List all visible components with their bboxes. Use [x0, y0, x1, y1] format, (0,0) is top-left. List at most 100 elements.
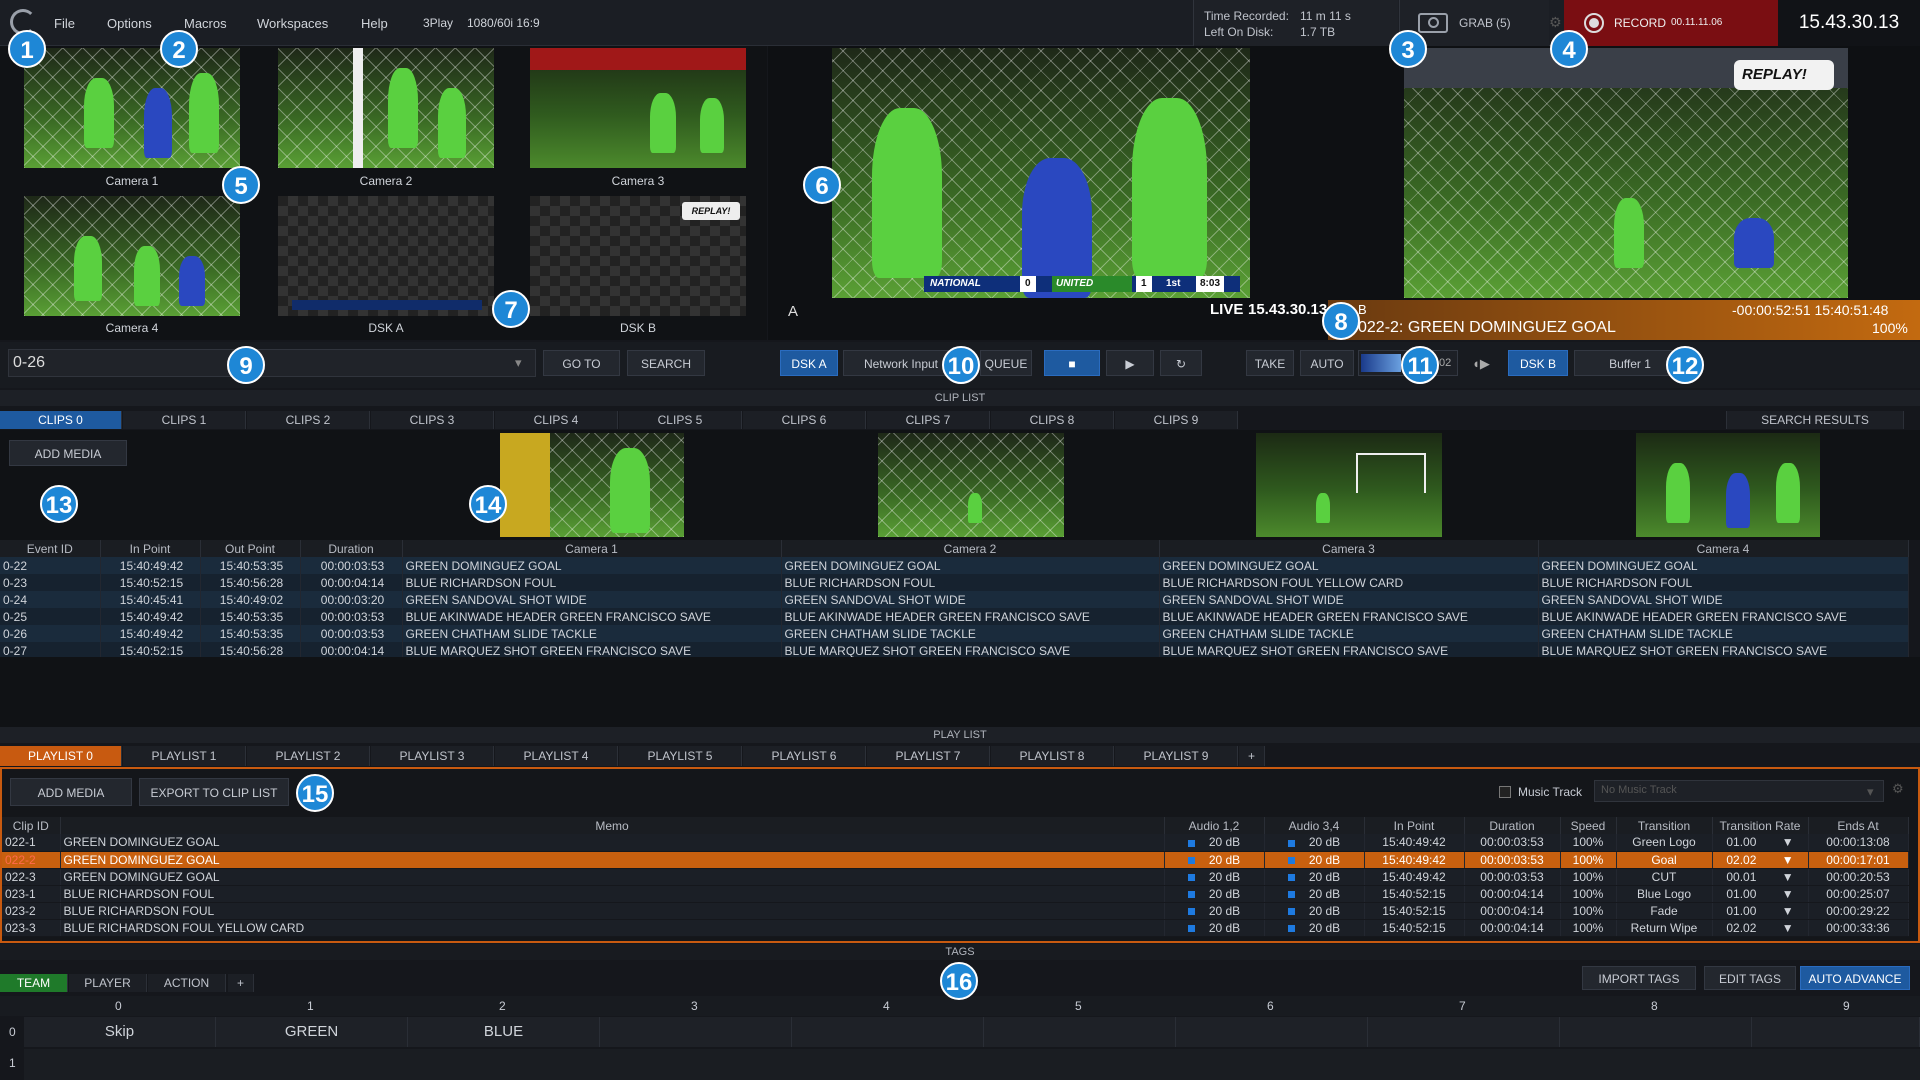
export-to-clip-list-button[interactable]: EXPORT TO CLIP LIST — [139, 778, 289, 806]
tab-player[interactable]: PLAYER — [69, 974, 147, 992]
col-speed[interactable]: Speed — [1560, 817, 1617, 834]
menu-help[interactable]: Help — [361, 16, 388, 31]
clip-cell[interactable]: 00:00:04:14 — [300, 574, 403, 591]
playlist-clip-id[interactable]: 022-2 — [2, 851, 61, 869]
clip-cell[interactable]: GREEN DOMINGUEZ GOAL — [402, 557, 782, 574]
camera-4-preview[interactable] — [24, 196, 240, 316]
col-camera-3[interactable]: Camera 3 — [1159, 540, 1539, 557]
clip-cell[interactable]: GREEN SANDOVAL SHOT WIDE — [402, 591, 782, 608]
audio-enabled-icon[interactable] — [1187, 873, 1195, 881]
playlist-cell[interactable]: 02.02 ▼ — [1712, 919, 1809, 937]
playlist-row[interactable]: 023-2 BLUE RICHARDSON FOUL 20 dB 20 dB 15:40… — [2, 902, 1909, 920]
tab-clips-8[interactable]: CLIPS 8 — [991, 411, 1114, 429]
tab-playlist-6[interactable]: PLAYLIST 6 — [743, 746, 866, 766]
audio-enabled-icon[interactable] — [1187, 890, 1195, 898]
clip-cell[interactable]: GREEN CHATHAM SLIDE TACKLE — [781, 625, 1160, 642]
audio-enabled-icon[interactable] — [1287, 890, 1295, 898]
dsk-b-preview[interactable]: REPLAY! — [530, 196, 746, 316]
tab-clips-0[interactable]: CLIPS 0 — [0, 411, 122, 429]
col-duration[interactable]: Duration — [1464, 817, 1561, 834]
col-memo[interactable]: Memo — [60, 817, 1165, 834]
edit-tags-button[interactable]: EDIT TAGS — [1704, 966, 1796, 990]
menu-file[interactable]: File — [54, 16, 75, 31]
tab-playlist-5[interactable]: PLAYLIST 5 — [619, 746, 742, 766]
col-out-point[interactable]: Out Point — [200, 540, 301, 557]
clip-thumb-camera-2[interactable] — [878, 433, 1064, 537]
playlist-memo[interactable]: BLUE RICHARDSON FOUL YELLOW CARD — [60, 919, 1165, 937]
tab-playlist-8[interactable]: PLAYLIST 8 — [991, 746, 1114, 766]
clip-cell[interactable]: 00:00:03:53 — [300, 557, 403, 574]
playlist-memo[interactable]: GREEN DOMINGUEZ GOAL — [60, 868, 1165, 886]
col-transition[interactable]: Transition — [1616, 817, 1713, 834]
playlist-cell[interactable]: 100% — [1560, 919, 1617, 937]
camera-2-preview[interactable] — [278, 48, 494, 168]
playlist-cell[interactable]: Return Wipe — [1616, 919, 1713, 937]
col-event-id[interactable]: Event ID — [0, 540, 101, 557]
clip-row[interactable]: 0-26 15:40:49:42 15:40:53:35 00:00:03:53 GRE… — [0, 625, 1909, 642]
clip-thumb-camera-3[interactable] — [1256, 433, 1442, 537]
playlist-cell[interactable]: 15:40:49:42 — [1364, 851, 1465, 869]
add-playlist-button[interactable]: + — [1239, 746, 1265, 766]
chevron-down-icon[interactable]: ▼ — [1778, 921, 1794, 935]
playlist-cell[interactable]: 00.01 ▼ — [1712, 868, 1809, 886]
col-duration[interactable]: Duration — [300, 540, 403, 557]
playlist-cell[interactable]: Blue Logo — [1616, 885, 1713, 903]
playlist-add-media-button[interactable]: ADD MEDIA — [10, 778, 132, 806]
playlist-clip-id[interactable]: 023-1 — [2, 885, 61, 903]
playlist-clip-id[interactable]: 023-3 — [2, 919, 61, 937]
clip-row[interactable]: 0-22 15:40:49:42 15:40:53:35 00:00:03:53 GRE… — [0, 557, 1909, 574]
clip-cell[interactable]: 15:40:52:15 — [100, 574, 201, 591]
playlist-cell[interactable]: 00:00:03:53 — [1464, 851, 1561, 869]
playlist-row[interactable]: 023-3 BLUE RICHARDSON FOUL YELLOW CARD 20 … — [2, 919, 1909, 937]
menu-options[interactable]: Options — [107, 16, 152, 31]
tab-clips-7[interactable]: CLIPS 7 — [867, 411, 990, 429]
playlist-cell[interactable]: 00:00:13:08 — [1808, 834, 1909, 852]
tag-cell-empty[interactable] — [1560, 1017, 1752, 1047]
menu-workspaces[interactable]: Workspaces — [257, 16, 328, 31]
clip-cell[interactable]: GREEN DOMINGUEZ GOAL — [1538, 557, 1909, 574]
clip-cell[interactable]: 00:00:03:53 — [300, 608, 403, 625]
auto-advance-button[interactable]: AUTO ADVANCE — [1800, 966, 1910, 990]
chevron-down-icon[interactable]: ▼ — [1778, 870, 1794, 884]
playlist-cell[interactable]: 00:00:17:01 — [1808, 851, 1909, 869]
clip-cell[interactable]: 0-22 — [0, 557, 101, 574]
tab-playlist-9[interactable]: PLAYLIST 9 — [1115, 746, 1238, 766]
music-track-checkbox[interactable] — [1499, 786, 1511, 798]
audio-enabled-icon[interactable] — [1287, 873, 1295, 881]
camera-3-preview[interactable] — [530, 48, 746, 168]
playlist-cell[interactable]: 20 dB — [1264, 834, 1365, 852]
clip-cell[interactable]: 15:40:56:28 — [200, 574, 301, 591]
playlist-cell[interactable]: 100% — [1560, 885, 1617, 903]
clip-row[interactable]: 0-23 15:40:52:15 15:40:56:28 00:00:04:14 BLU… — [0, 574, 1909, 591]
tag-cell-skip[interactable]: Skip — [24, 1017, 216, 1047]
record-button[interactable]: RECORD 00.11.11.06 — [1564, 0, 1778, 46]
playlist-row[interactable]: 023-1 BLUE RICHARDSON FOUL 20 dB 20 dB 15:40… — [2, 885, 1909, 903]
playlist-row[interactable]: 022-1 GREEN DOMINGUEZ GOAL 20 dB 20 dB 15:40… — [2, 834, 1909, 852]
clip-cell[interactable]: GREEN SANDOVAL SHOT WIDE — [1538, 591, 1909, 608]
col-camera-4[interactable]: Camera 4 — [1538, 540, 1909, 557]
tab-action[interactable]: ACTION — [148, 974, 226, 992]
playlist-cell[interactable]: 15:40:52:15 — [1364, 885, 1465, 903]
camera-1-preview[interactable] — [24, 48, 240, 168]
playlist-cell[interactable]: 20 dB — [1164, 902, 1265, 920]
tag-cell-empty[interactable] — [1368, 1017, 1560, 1047]
clip-cell[interactable]: 15:40:53:35 — [200, 625, 301, 642]
playlist-memo[interactable]: GREEN DOMINGUEZ GOAL — [60, 834, 1165, 852]
clip-cell[interactable]: BLUE AKINWADE HEADER GREEN FRANCISCO SAV… — [1159, 608, 1539, 625]
tab-clips-1[interactable]: CLIPS 1 — [123, 411, 246, 429]
playlist-cell[interactable]: 00:00:04:14 — [1464, 902, 1561, 920]
stop-button[interactable]: ■ — [1044, 350, 1100, 376]
queue-button[interactable]: QUEUE — [980, 350, 1032, 376]
playlist-cell[interactable]: Green Logo — [1616, 834, 1713, 852]
music-track-select[interactable]: No Music Track ▾ — [1594, 780, 1884, 802]
tab-clips-9[interactable]: CLIPS 9 — [1115, 411, 1238, 429]
tag-cell-green[interactable]: GREEN — [216, 1017, 408, 1047]
playlist-cell[interactable]: 20 dB — [1264, 868, 1365, 886]
playlist-memo[interactable]: BLUE RICHARDSON FOUL — [60, 885, 1165, 903]
clip-cell[interactable]: BLUE AKINWADE HEADER GREEN FRANCISCO SAV… — [402, 608, 782, 625]
tag-cell-empty[interactable] — [1176, 1017, 1368, 1047]
playlist-cell[interactable]: 00:00:29:22 — [1808, 902, 1909, 920]
playlist-clip-id[interactable]: 022-3 — [2, 868, 61, 886]
playlist-cell[interactable]: 00:00:03:53 — [1464, 868, 1561, 886]
playlist-memo[interactable]: BLUE RICHARDSON FOUL — [60, 902, 1165, 920]
